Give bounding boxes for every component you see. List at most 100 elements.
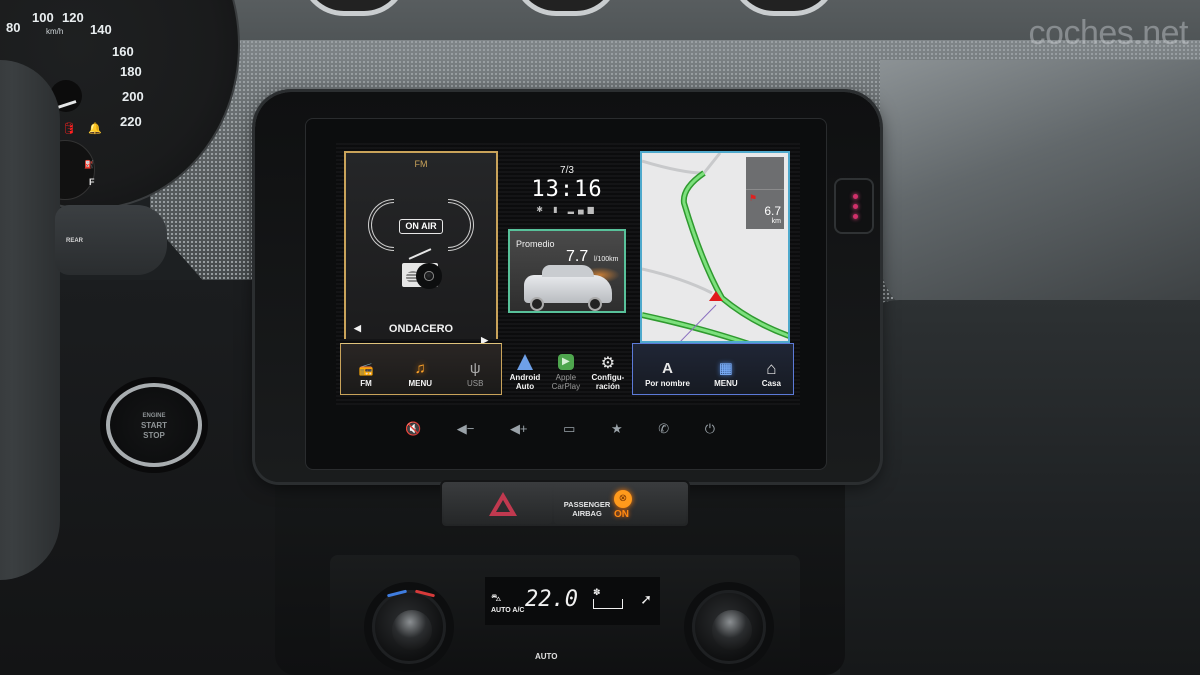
dock-label: CarPlay <box>551 382 581 391</box>
passenger-airbag-indicator: PASSENGER AIRBAG ⊗ ON <box>554 484 686 524</box>
indicator-dot <box>853 214 858 219</box>
car-image <box>524 265 612 311</box>
hazard-button[interactable] <box>444 484 552 524</box>
temperature-knob[interactable] <box>372 589 446 664</box>
dock-label: ración <box>595 382 620 391</box>
projection-dock: Android Auto ▶ Apple CarPlay ⚙ Configu- … <box>504 343 630 395</box>
dock-label: Configu- <box>591 373 625 382</box>
radio-icon: 📻 <box>358 362 374 376</box>
station-selector: ◀ ONDACERO ▶ <box>346 323 496 345</box>
indicator-dot <box>853 204 858 209</box>
airbag-label-line-2: AIRBAG <box>572 509 602 518</box>
temperature-readout: 22.0 <box>525 587 578 612</box>
carplay-icon: ▶ <box>557 354 574 370</box>
gear-icon: ⚙ <box>600 355 616 372</box>
broadcast-wave-right-icon <box>448 199 474 251</box>
dock-label: USB <box>467 379 484 388</box>
knob-cap <box>392 610 432 650</box>
fan-icon: ✽ <box>593 587 601 597</box>
eco-value: 7.7 <box>566 248 589 265</box>
speed-tick: 200 <box>122 89 144 104</box>
radio-band: FM <box>414 159 428 169</box>
usb-icon: ψ <box>469 360 481 377</box>
star-icon[interactable]: ★ <box>611 421 623 437</box>
station-name: ONDACERO <box>388 323 454 335</box>
dock-usb-button[interactable]: ψ USB <box>467 359 483 388</box>
fan-level-bars <box>593 599 623 609</box>
distance-panel: ⚑ 6.7 km <box>746 157 784 229</box>
eco-title: Promedio <box>516 239 555 249</box>
hardware-button-bar: 🔇 ◀− ◀+ ▭ ★ ✆ ⏻ <box>405 418 715 440</box>
distance-value: 6.7 <box>764 204 781 218</box>
indicator-dot <box>853 194 858 199</box>
hazard-triangle-inner <box>496 500 510 512</box>
vehicle-position-icon <box>709 291 723 301</box>
grid-menu-icon: ▦ <box>718 360 733 377</box>
climate-mode-label: AUTO A/C <box>491 607 525 614</box>
apple-carplay-button[interactable]: ▶ Apple CarPlay <box>552 354 580 391</box>
power-icon[interactable]: ⏻ <box>705 421 715 437</box>
minor-road <box>642 153 722 175</box>
fuel-full-label: F <box>89 177 95 187</box>
volume-up-icon[interactable]: ◀+ <box>510 421 528 437</box>
speed-tick: 160 <box>112 44 134 59</box>
switch-bar: PASSENGER AIRBAG ⊗ ON <box>440 480 690 528</box>
engine-start-stop-button[interactable]: ENGINE START STOP <box>106 383 202 467</box>
auto-climate-button[interactable]: AUTO <box>535 652 558 661</box>
dashboard-trim-right <box>880 60 1200 320</box>
radio-widget[interactable]: FM ON AIR ◀ ONDACERO ▶ <box>344 151 498 345</box>
airbag-label-line-1: PASSENGER <box>563 500 611 509</box>
mute-icon[interactable]: 🔇 <box>405 421 421 437</box>
dock-label: MENU <box>714 379 738 388</box>
phone-icon[interactable]: ✆ <box>658 421 669 437</box>
search-by-name-button[interactable]: A Por nombre <box>645 359 690 388</box>
destination-flag-icon: ⚑ <box>749 193 758 203</box>
settings-button[interactable]: ⚙ Configu- ración <box>591 354 624 391</box>
navigation-dock: A Por nombre ▦ MENU ⌂ Casa <box>632 343 794 395</box>
minor-road <box>642 267 713 295</box>
steering-wheel <box>0 60 60 580</box>
side-menu-button[interactable] <box>834 178 874 234</box>
nav-menu-button[interactable]: ▦ MENU <box>714 359 738 388</box>
dock-menu-button[interactable]: ♫ MENU <box>408 359 432 388</box>
start-line-2: START <box>140 421 168 430</box>
fuel-pump-icon: ⛽ <box>84 160 94 169</box>
navigation-map[interactable]: ⚑ 6.7 km <box>640 151 790 343</box>
watermark: coches.net <box>1028 14 1189 52</box>
start-line-3: STOP <box>143 431 165 440</box>
speed-tick: 120 <box>62 10 84 25</box>
start-line-1: ENGINE <box>142 413 166 419</box>
music-note-icon: ♫ <box>414 360 426 377</box>
android-auto-button[interactable]: Android Auto <box>509 354 541 391</box>
seatbelt-bell-icon: 🔔 <box>88 123 102 135</box>
dock-label: Android <box>509 373 541 382</box>
fan-speed-knob[interactable] <box>692 590 766 664</box>
airbag-label: PASSENGER AIRBAG <box>562 500 612 518</box>
screen-icon[interactable]: ▭ <box>563 421 575 437</box>
previous-station-button[interactable]: ◀ <box>354 323 361 334</box>
speed-unit: km/h <box>46 27 64 36</box>
android-auto-icon <box>516 354 533 370</box>
dock-label: Auto <box>515 382 535 391</box>
volume-down-icon[interactable]: ◀− <box>457 421 475 437</box>
home-button[interactable]: ⌂ Casa <box>762 359 781 388</box>
distance-unit: km <box>771 218 781 225</box>
radio-icon <box>402 248 438 287</box>
lower-dashboard <box>840 300 1200 675</box>
time-display: 13:16 <box>531 177 603 202</box>
dock-label: MENU <box>408 379 433 388</box>
fuel-economy-widget[interactable]: Promedio 7.7 l/100km <box>508 229 626 313</box>
car-wheel <box>530 297 544 311</box>
stalk-label: REAR <box>66 238 84 244</box>
radio-dock: 📻 FM ♫ MENU ψ USB <box>340 343 502 395</box>
dock-label: Casa <box>761 379 781 388</box>
recirculation-icon: ⛍ <box>491 593 502 604</box>
oil-pressure-icon: 🛢 <box>62 123 76 135</box>
dock-label: FM <box>360 379 372 388</box>
infotainment-screen: FM ON AIR ◀ ONDACERO ▶ 7/3 13:16 ✱ ▮ ▂▄▆… <box>336 143 800 405</box>
dock-label: Apple <box>555 373 577 382</box>
letter-a-icon: A <box>662 360 673 377</box>
dock-fm-button[interactable]: 📻 FM <box>359 359 374 388</box>
knob-cap <box>712 610 752 650</box>
speed-tick: 80 <box>6 20 21 35</box>
